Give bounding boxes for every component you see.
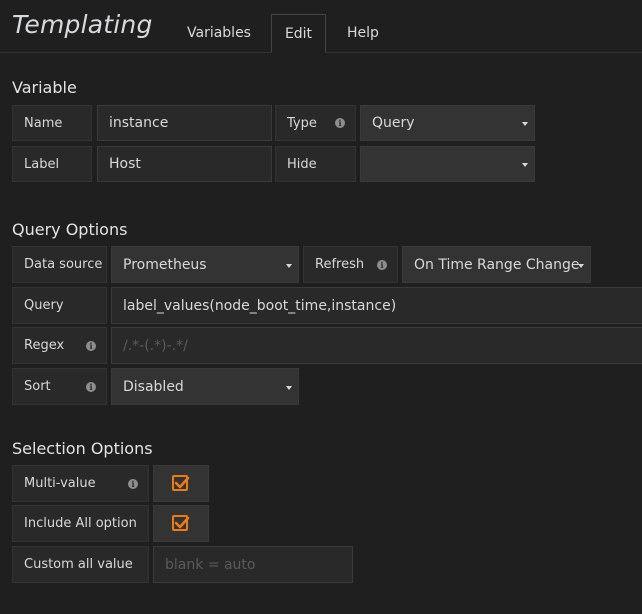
refresh-label-text: Refresh xyxy=(315,257,365,272)
include-all-checkbox-cell xyxy=(153,505,209,542)
hide-label-text: Hide xyxy=(287,156,317,172)
regex-input[interactable]: /.*-(.*)-.*/ xyxy=(111,327,642,364)
query-options-section-title: Query Options xyxy=(12,220,128,239)
variable-section-title: Variable xyxy=(12,78,77,97)
chevron-down-icon xyxy=(286,263,292,268)
info-icon[interactable]: i xyxy=(128,478,138,489)
sort-label: Sort i xyxy=(12,368,107,405)
checkmark-icon xyxy=(174,476,190,489)
sort-select[interactable]: Disabled xyxy=(111,368,299,405)
sort-label-text: Sort xyxy=(24,379,51,394)
include-all-label-text: Include All option xyxy=(24,516,137,531)
query-label: Query xyxy=(12,287,107,324)
refresh-select[interactable]: On Time Range Change xyxy=(402,246,591,283)
label-input[interactable]: Host xyxy=(97,146,272,182)
refresh-label: Refresh i xyxy=(303,246,398,283)
info-icon[interactable]: i xyxy=(335,118,345,128)
custom-all-label-text: Custom all value xyxy=(24,557,133,572)
custom-all-placeholder: blank = auto xyxy=(165,556,256,573)
tab-help[interactable]: Help xyxy=(335,14,391,52)
chevron-down-icon xyxy=(522,163,528,167)
datasource-select[interactable]: Prometheus xyxy=(111,246,299,283)
datasource-label-text: Data source xyxy=(24,257,103,272)
type-label-text: Type xyxy=(287,115,317,131)
include-all-checkbox[interactable] xyxy=(172,515,190,531)
datasource-label: Data source xyxy=(12,246,107,283)
multi-value-checkbox-cell xyxy=(153,465,209,502)
hide-select[interactable] xyxy=(360,146,535,182)
hide-label: Hide xyxy=(275,146,356,182)
refresh-select-value: On Time Range Change xyxy=(414,256,580,273)
regex-label: Regex i xyxy=(12,327,107,364)
label-label-text: Label xyxy=(24,156,60,172)
sort-select-value: Disabled xyxy=(123,378,184,395)
include-all-label: Include All option xyxy=(12,505,149,542)
type-select-value: Query xyxy=(372,115,415,131)
tab-edit[interactable]: Edit xyxy=(271,14,326,53)
multi-value-label: Multi-value i xyxy=(12,465,149,502)
regex-label-text: Regex xyxy=(24,338,65,353)
name-input[interactable]: instance xyxy=(97,105,272,141)
custom-all-input[interactable]: blank = auto xyxy=(153,546,353,583)
chevron-down-icon xyxy=(286,385,292,390)
regex-placeholder: /.*-(.*)-.*/ xyxy=(123,337,188,354)
multi-value-label-text: Multi-value xyxy=(24,476,96,491)
query-input[interactable]: label_values(node_boot_time,instance) xyxy=(111,287,642,324)
page-title: Templating xyxy=(12,10,153,39)
tab-variables[interactable]: Variables xyxy=(175,14,263,52)
selection-options-section-title: Selection Options xyxy=(12,439,153,458)
type-label: Type i xyxy=(275,105,356,141)
datasource-select-value: Prometheus xyxy=(123,256,207,273)
info-icon[interactable]: i xyxy=(377,259,387,270)
name-label-text: Name xyxy=(24,115,63,131)
checkmark-icon xyxy=(174,516,190,529)
custom-all-label: Custom all value xyxy=(12,546,149,583)
chevron-down-icon xyxy=(578,263,584,268)
multi-value-checkbox[interactable] xyxy=(172,475,190,491)
query-label-text: Query xyxy=(24,298,64,313)
editor-header: Templating Variables Edit Help xyxy=(0,0,642,53)
name-label: Name xyxy=(12,105,92,141)
label-label: Label xyxy=(12,146,92,182)
chevron-down-icon xyxy=(522,122,528,126)
info-icon[interactable]: i xyxy=(86,381,96,392)
info-icon[interactable]: i xyxy=(86,340,96,351)
type-select[interactable]: Query xyxy=(360,105,535,141)
